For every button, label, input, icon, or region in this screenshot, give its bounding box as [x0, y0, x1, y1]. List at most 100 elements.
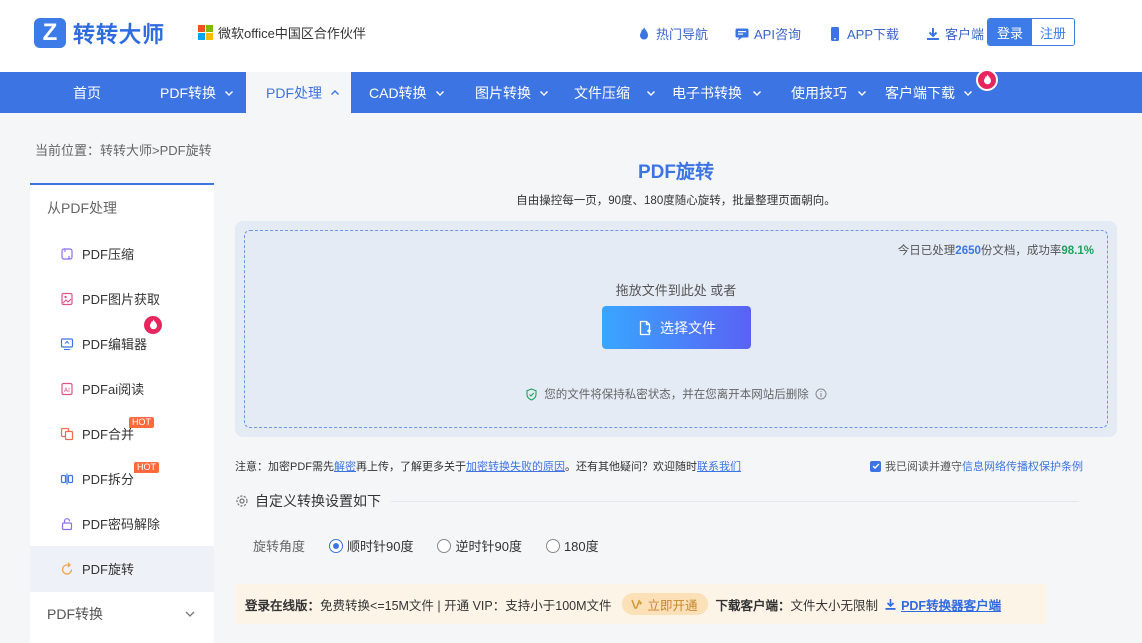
- nav-label: PDF处理: [266, 84, 322, 101]
- compress-icon: [61, 247, 73, 260]
- gear-icon: [236, 495, 248, 507]
- vip-icon: [630, 599, 642, 609]
- privacy-note: 您的文件将保持私密状态，并在您离开本网站后删除: [245, 386, 1107, 402]
- open-vip-button[interactable]: 立即开通: [621, 593, 708, 615]
- rotate-label: 旋转角度: [253, 539, 306, 554]
- processing-stats: 今日已处理2650份文档，成功率98.1%: [898, 242, 1094, 258]
- file-icon: [639, 320, 651, 335]
- drop-hint: 拖放文件到此处 或者: [615, 283, 737, 298]
- agreement: 我已阅读并遵守 信息网络传播权保护条例: [870, 458, 1083, 474]
- api-link[interactable]: API咨询: [734, 24, 801, 43]
- nav-pdf-convert[interactable]: PDF转换: [160, 72, 234, 113]
- top-link-label: APP下载: [846, 27, 899, 42]
- sidebar-item-label: PDF拆分: [82, 472, 135, 487]
- privacy-text: 您的文件将保持私密状态，并在您离开本网站后删除: [544, 389, 809, 401]
- stats-rate: 98.1%: [1061, 245, 1094, 257]
- nav-client-download[interactable]: 客户端下载: [885, 72, 973, 113]
- chevron-down-icon: [435, 90, 444, 96]
- sidebar-item-pdf-compress[interactable]: PDF压缩: [30, 231, 214, 276]
- breadcrumb: 当前位置：转转大师>PDF旋转: [35, 143, 212, 158]
- client-download-link[interactable]: PDF转换器客户端: [884, 595, 1001, 614]
- login-button[interactable]: 登录: [988, 19, 1032, 45]
- nav-image-convert[interactable]: 图片转换: [475, 72, 549, 113]
- check-icon: [872, 463, 879, 469]
- sidebar-item-label: PDF压缩: [82, 247, 135, 262]
- site-logo[interactable]: Z 转转大师: [34, 17, 165, 49]
- radio-clockwise-90[interactable]: 顺时针90度: [329, 536, 413, 555]
- regulation-link[interactable]: 信息网络传播权保护条例: [962, 458, 1083, 474]
- page-title: PDF旋转: [637, 162, 714, 183]
- radio-180[interactable]: 180度: [545, 536, 599, 555]
- main-navbar: 首页 PDF转换 PDF处理 CAD转换 图片转换 文件压缩 电子书转换 使用技…: [0, 69, 1142, 113]
- shield-icon: [526, 387, 537, 401]
- sidebar-item-pdf-unlock[interactable]: PDF密码解除: [30, 501, 214, 546]
- upload-area[interactable]: 今日已处理2650份文档，成功率98.1% 拖放文件到此处 或者 选择文件 您的…: [235, 221, 1117, 437]
- image-extract-icon: [61, 292, 73, 305]
- chat-icon: [735, 28, 749, 40]
- hot-flame-badge-icon: [142, 314, 164, 336]
- nav-label: 图片转换: [475, 84, 531, 101]
- agree-checkbox[interactable]: [870, 460, 881, 472]
- site-header: Z 转转大师 微软office中国区合作伙伴 热门导航 API咨询 APP下载 …: [0, 0, 1142, 72]
- hot-nav-link[interactable]: 热门导航: [636, 24, 708, 43]
- sidebar-item-pdf-split[interactable]: PDF拆分 HOT: [30, 456, 214, 501]
- nav-file-compress[interactable]: 文件压缩: [574, 72, 656, 113]
- editor-icon: [60, 337, 74, 350]
- unlock-icon: [61, 517, 73, 530]
- merge-icon: [60, 427, 74, 440]
- nav-home[interactable]: 首页: [73, 72, 101, 113]
- contact-us-link[interactable]: 联系我们: [697, 461, 741, 473]
- drop-zone[interactable]: 今日已处理2650份文档，成功率98.1% 拖放文件到此处 或者 选择文件 您的…: [244, 230, 1108, 428]
- sidebar-item-pdf-image-extract[interactable]: PDF图片获取: [30, 276, 214, 321]
- settings-header: 自定义转换设置如下: [235, 491, 1079, 511]
- sidebar-item-pdf-merge[interactable]: PDF合并 HOT: [30, 411, 214, 456]
- register-button[interactable]: 注册: [1032, 19, 1074, 45]
- radio-button[interactable]: [437, 538, 452, 553]
- sidebar-item-pdf-rotate[interactable]: PDF旋转: [30, 546, 214, 591]
- auth-buttons: 登录 注册: [987, 18, 1075, 46]
- sidebar-group-pdf-convert[interactable]: PDF转换: [30, 591, 214, 636]
- decrypt-link[interactable]: 解密: [334, 461, 356, 473]
- chevron-up-icon: [331, 89, 339, 95]
- page-subtitle: 自由操控每一页，90度、180度随心旋转，批量整理页面朝向。: [516, 195, 836, 207]
- nav-ebook-convert[interactable]: 电子书转换: [672, 72, 762, 113]
- nav-label: 文件压缩: [574, 84, 630, 101]
- client-link[interactable]: 客户端: [925, 24, 984, 43]
- client-download-label: PDF转换器客户端: [901, 598, 1002, 613]
- failure-reason-link[interactable]: 加密转换失败的原因: [466, 461, 565, 473]
- top-link-label: 热门导航: [656, 27, 709, 42]
- chevron-down-icon: [753, 90, 761, 96]
- nav-label: PDF转换: [160, 84, 216, 101]
- notice-text: 再上传，了解更多关于: [356, 461, 466, 473]
- notice-text: 注意：加密PDF需先: [235, 461, 334, 473]
- partner-badge: 微软office中国区合作伙伴: [198, 23, 366, 42]
- app-download-link[interactable]: APP下载: [827, 24, 899, 43]
- sidebar-item-label: PDFai阅读: [82, 382, 145, 397]
- sidebar-item-pdf-ai-read[interactable]: AI PDFai阅读: [30, 366, 214, 411]
- nav-cad-convert[interactable]: CAD转换: [369, 72, 445, 113]
- sidebar-item-pdf-editor[interactable]: PDF编辑器: [30, 314, 214, 366]
- radio-button[interactable]: [545, 538, 560, 553]
- radio-button[interactable]: [329, 538, 344, 553]
- chevron-down-icon: [964, 90, 972, 96]
- stats-middle: 份文档，成功率: [980, 245, 1062, 257]
- chevron-down-icon: [185, 611, 195, 617]
- nav-tips[interactable]: 使用技巧: [791, 72, 867, 113]
- sidebar-item-label: PDF编辑器: [82, 337, 148, 352]
- hot-tag: HOT: [134, 462, 159, 473]
- top-link-label: API咨询: [754, 27, 801, 42]
- nav-label: CAD转换: [369, 84, 427, 101]
- nav-pdf-process[interactable]: PDF处理: [246, 72, 351, 113]
- microsoft-logo-icon: [198, 25, 213, 40]
- choose-file-button[interactable]: 选择文件: [602, 306, 751, 349]
- radio-counterclockwise-90[interactable]: 逆时针90度: [437, 536, 522, 555]
- chevron-down-icon: [858, 90, 866, 96]
- online-text: 免费转换<=15M文件 | 开通 VIP：支持小于100M文件: [320, 598, 612, 613]
- top-link-label: 客户端: [945, 27, 985, 42]
- split-icon: [60, 473, 74, 484]
- info-icon[interactable]: [815, 388, 827, 400]
- sidebar-item-label: PDF合并: [82, 427, 135, 442]
- nav-label: 客户端下载: [885, 84, 955, 101]
- stats-prefix: 今日已处理: [897, 245, 956, 257]
- hot-flame-badge-icon: [976, 69, 998, 91]
